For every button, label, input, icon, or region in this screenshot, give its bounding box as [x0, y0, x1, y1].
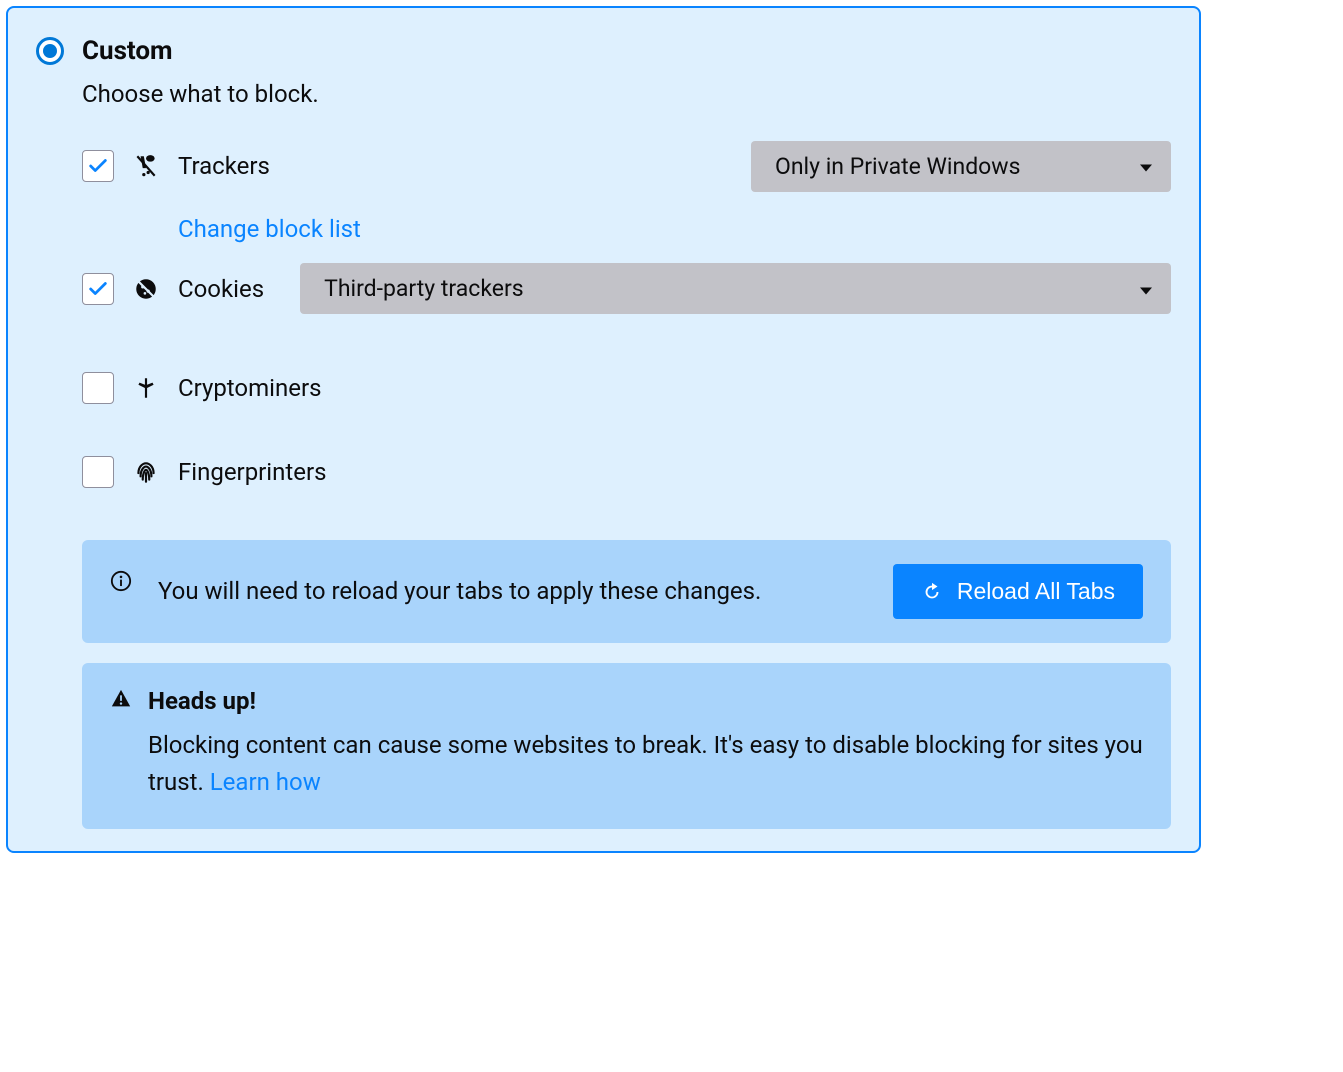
cryptominers-label: Cryptominers — [178, 374, 321, 402]
cookies-icon — [132, 275, 160, 303]
trackers-select-value: Only in Private Windows — [775, 153, 1020, 180]
info-icon — [110, 570, 132, 592]
cryptominers-checkbox[interactable] — [82, 372, 114, 404]
fingerprinters-checkbox[interactable] — [82, 456, 114, 488]
fingerprinters-row: Fingerprinters — [82, 444, 1171, 500]
learn-how-link[interactable]: Learn how — [210, 768, 321, 796]
panel-title: Custom — [82, 36, 173, 66]
change-block-list-link[interactable]: Change block list — [178, 215, 361, 243]
custom-blocking-panel: Custom Choose what to block. Trackers On… — [6, 6, 1201, 853]
warning-icon — [110, 688, 132, 714]
fingerprinters-icon — [132, 458, 160, 486]
chevron-down-icon — [1139, 275, 1153, 302]
cookies-label: Cookies — [178, 275, 264, 303]
fingerprinters-label: Fingerprinters — [178, 458, 327, 486]
check-icon — [87, 155, 109, 177]
warning-title-row: Heads up! — [110, 687, 1143, 715]
trackers-left: Trackers — [82, 150, 270, 182]
custom-radio[interactable] — [36, 37, 64, 65]
radio-dot — [43, 44, 57, 58]
check-icon — [87, 278, 109, 300]
warning-body: Blocking content can cause some websites… — [148, 727, 1143, 801]
cryptominers-icon — [132, 374, 160, 402]
chevron-down-icon — [1139, 153, 1153, 180]
reload-message: You will need to reload your tabs to app… — [158, 573, 871, 610]
trackers-row: Trackers Only in Private Windows — [82, 138, 1171, 194]
reload-button-label: Reload All Tabs — [957, 578, 1115, 605]
cookies-select[interactable]: Third-party trackers — [300, 263, 1171, 314]
cookies-select-value: Third-party trackers — [324, 275, 524, 302]
trackers-select[interactable]: Only in Private Windows — [751, 141, 1171, 192]
trackers-label: Trackers — [178, 152, 270, 180]
reload-all-tabs-button[interactable]: Reload All Tabs — [893, 564, 1143, 619]
reload-info-box: You will need to reload your tabs to app… — [82, 540, 1171, 643]
cookies-row: Cookies Third-party trackers — [82, 263, 1171, 314]
title-row: Custom — [36, 36, 1171, 66]
trackers-checkbox[interactable] — [82, 150, 114, 182]
panel-subtitle: Choose what to block. — [82, 80, 1171, 108]
cookies-checkbox[interactable] — [82, 273, 114, 305]
cryptominers-row: Cryptominers — [82, 360, 1171, 416]
options-group: Trackers Only in Private Windows Change … — [82, 138, 1171, 500]
reload-icon — [921, 581, 943, 603]
trackers-icon — [132, 152, 160, 180]
warning-box: Heads up! Blocking content can cause som… — [82, 663, 1171, 829]
warning-title: Heads up! — [148, 687, 256, 715]
